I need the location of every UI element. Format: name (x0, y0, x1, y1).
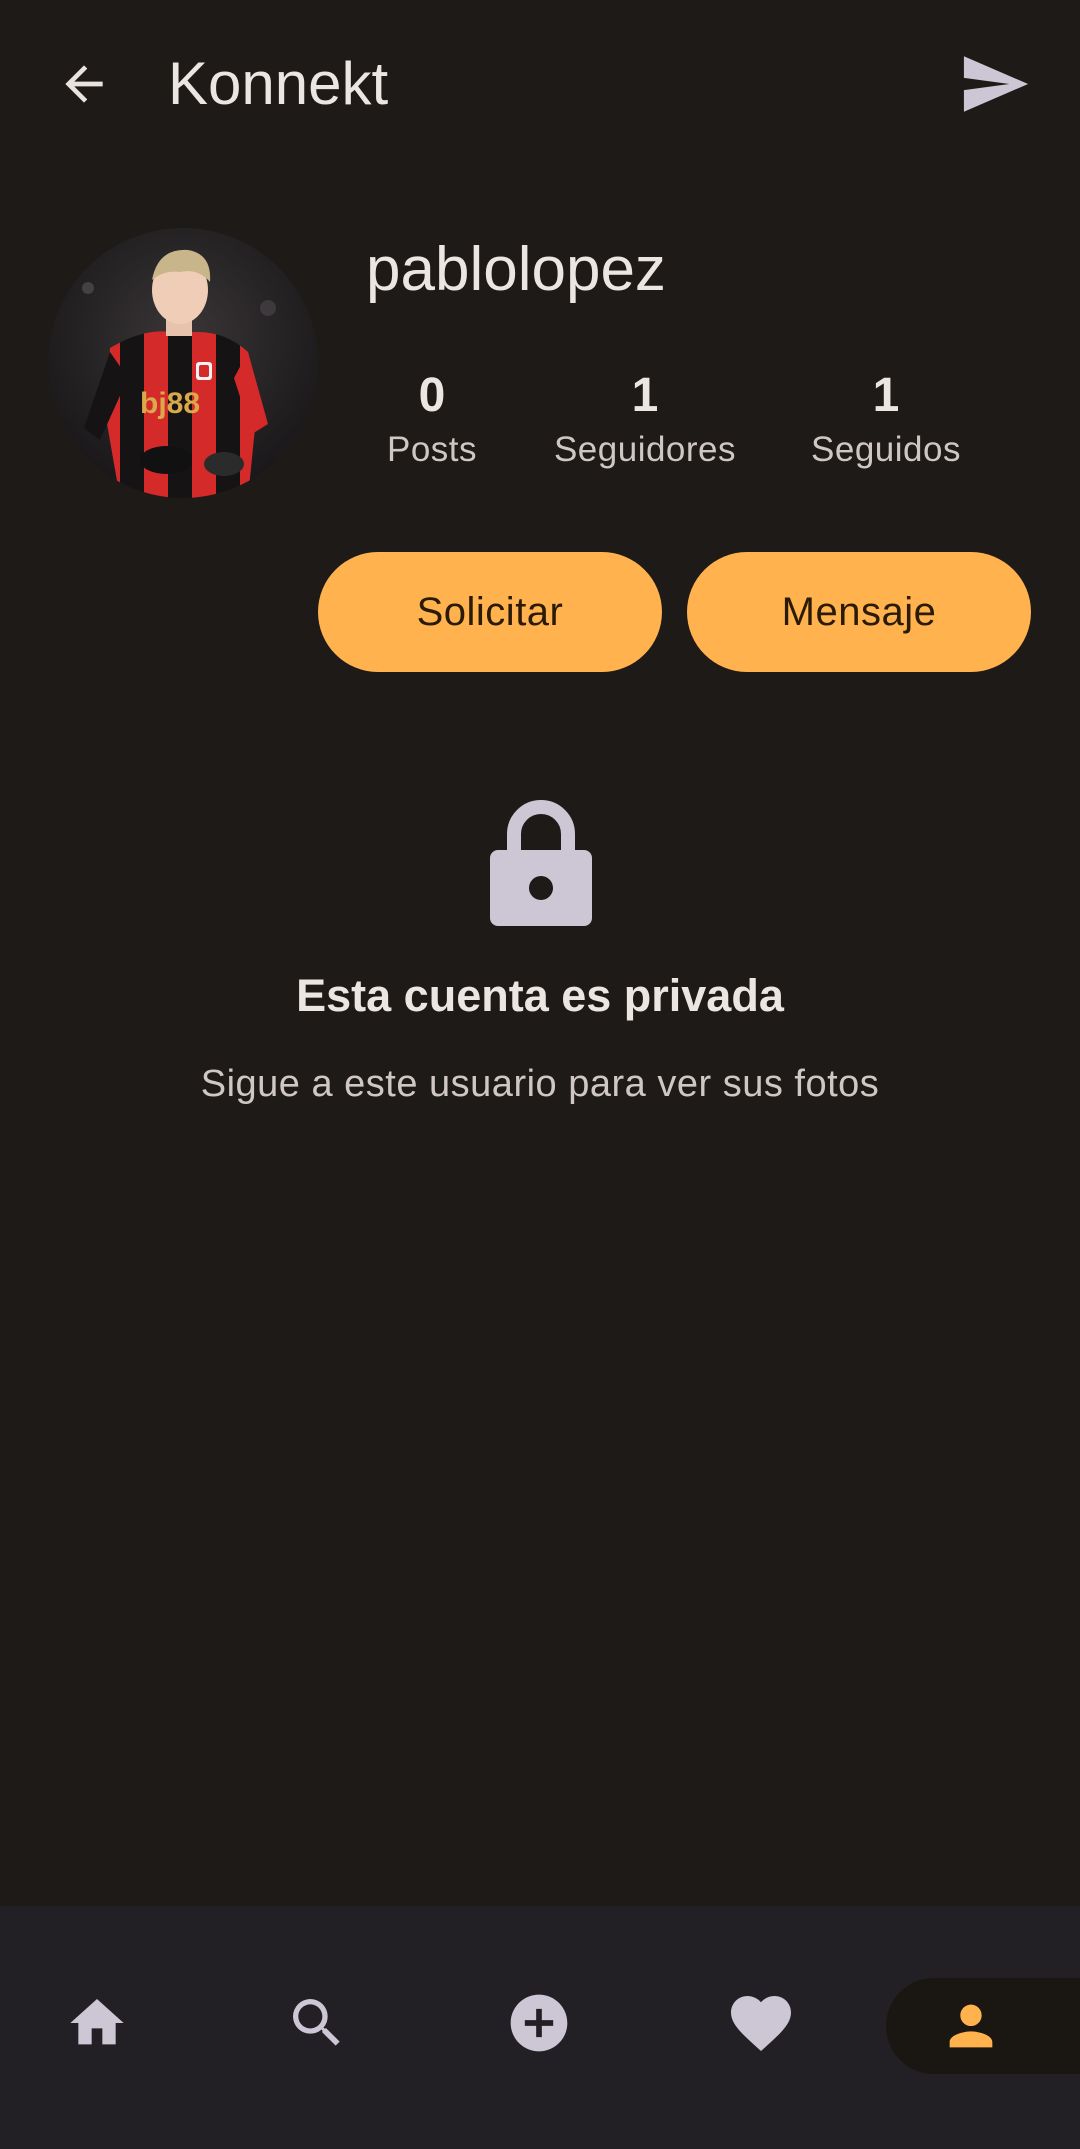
posts-label: Posts (386, 430, 478, 469)
nav-add-post[interactable] (484, 1978, 594, 2068)
person-icon (949, 2004, 993, 2048)
followers-label: Seguidores (553, 430, 737, 469)
following-label: Seguidos (811, 430, 961, 469)
search-icon (293, 1999, 340, 2046)
nav-search[interactable] (262, 1978, 372, 2068)
message-button[interactable]: Mensaje (687, 552, 1031, 672)
app-title: Konnekt (168, 50, 389, 117)
posts-count: 0 (418, 369, 446, 422)
avatar-image: bj88 (48, 228, 318, 498)
top-app-bar: Konnekt (0, 0, 1080, 168)
private-account-subtitle: Sigue a este usuario para ver sus fotos (200, 1063, 880, 1105)
stat-following[interactable]: 1 Seguidos (796, 366, 976, 474)
nav-profile[interactable] (886, 1978, 1080, 2074)
bottom-navigation (0, 1906, 1080, 2149)
svg-text:bj88: bj88 (140, 387, 200, 420)
following-count: 1 (872, 369, 900, 422)
back-button[interactable] (44, 44, 124, 124)
nav-home[interactable] (42, 1978, 152, 2068)
stat-posts[interactable]: 0 Posts (372, 366, 492, 474)
add-circle-icon (510, 1994, 568, 2052)
lock-icon (490, 800, 592, 926)
home-icon (70, 1999, 124, 2045)
stat-followers[interactable]: 1 Seguidores (540, 366, 750, 474)
send-message-button[interactable] (952, 44, 1040, 124)
profile-username: pablolopez (366, 235, 666, 304)
followers-count: 1 (631, 369, 659, 422)
profile-avatar[interactable]: bj88 (48, 228, 318, 498)
request-follow-button[interactable]: Solicitar (318, 552, 662, 672)
send-icon (963, 56, 1029, 112)
profile-screen: Konnekt bj88 pablolopez 0 Posts 1 Seguid… (0, 0, 1080, 2149)
arrow-back-icon (65, 65, 103, 103)
nav-likes[interactable] (706, 1978, 816, 2068)
heart-icon (731, 1996, 791, 2052)
private-account-title: Esta cuenta es privada (296, 970, 784, 1021)
